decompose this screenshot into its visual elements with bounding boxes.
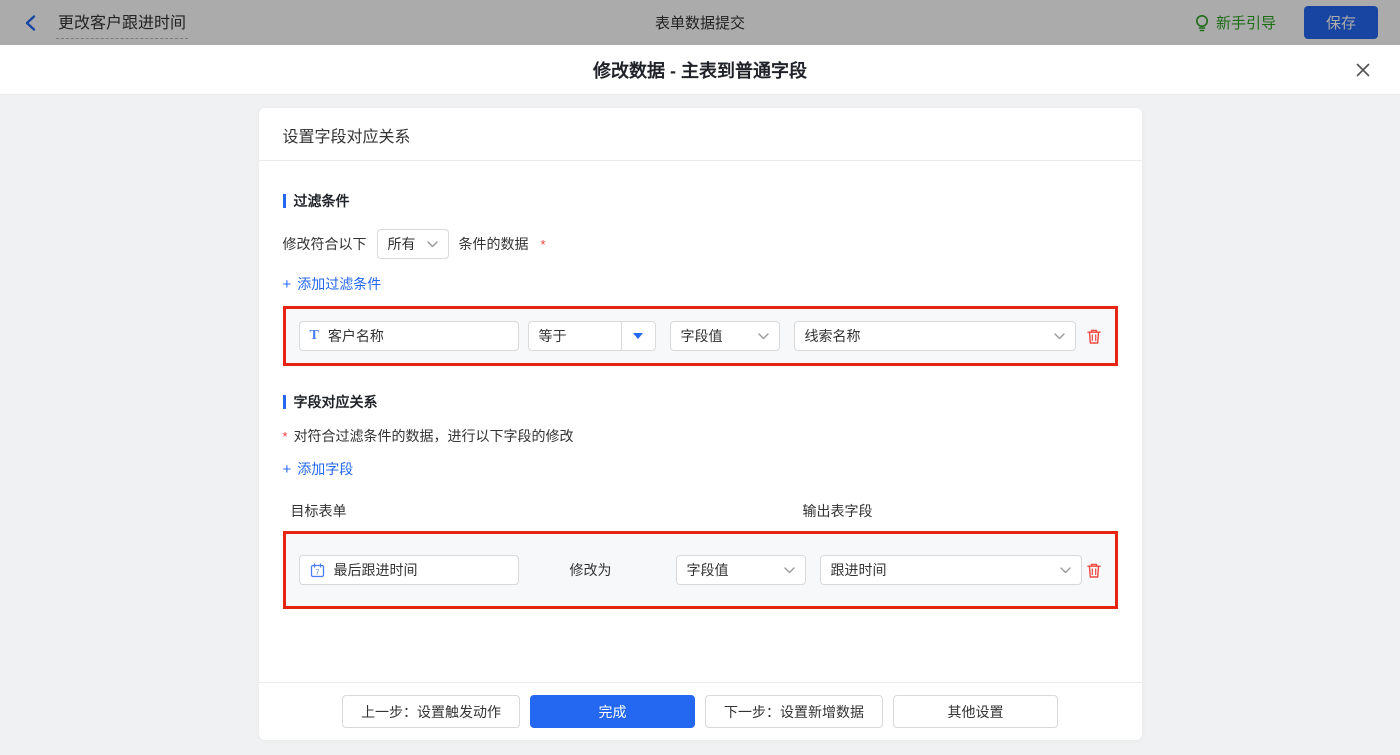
- card-footer: 上一步：设置触发动作 完成 下一步：设置新增数据 其他设置: [259, 682, 1142, 740]
- triangle-down-icon: [633, 333, 643, 339]
- delete-condition-button[interactable]: [1086, 328, 1102, 345]
- target-field-input[interactable]: 7 最后跟进时间: [299, 555, 519, 585]
- close-button[interactable]: [1352, 59, 1374, 81]
- beginner-guide-label: 新手引导: [1216, 12, 1276, 33]
- chevron-down-icon: [784, 567, 795, 574]
- add-filter-condition-link[interactable]: + 添加过滤条件: [283, 274, 382, 294]
- mapping-note-text: 对符合过滤条件的数据，进行以下字段的修改: [294, 426, 574, 446]
- section-accent-bar: [283, 194, 286, 208]
- filter-field-input[interactable]: T 客户名称: [299, 321, 519, 351]
- column-header-output-field: 输出表字段: [803, 501, 873, 521]
- condition-prefix: 修改符合以下: [283, 234, 367, 254]
- mapping-section-label: 字段对应关系: [294, 392, 378, 412]
- svg-text:7: 7: [315, 569, 319, 576]
- filter-condition-row-highlighted: T 客户名称 等于 字段值 线索名称: [283, 306, 1118, 366]
- compare-field-value: 线索名称: [805, 326, 861, 346]
- text-field-type-icon: T: [310, 329, 319, 343]
- beginner-guide-link[interactable]: 新手引导: [1194, 12, 1276, 33]
- value-type-select[interactable]: 字段值: [670, 321, 780, 351]
- settings-card: 设置字段对应关系 过滤条件 修改符合以下 所有 条件的数据 * +: [259, 108, 1142, 740]
- operator-select[interactable]: 等于: [528, 321, 656, 351]
- plus-icon: +: [283, 276, 292, 293]
- delete-mapping-button[interactable]: [1086, 562, 1102, 579]
- dialog-title: 修改数据 - 主表到普通字段: [593, 57, 807, 83]
- next-step-button[interactable]: 下一步：设置新增数据: [705, 695, 883, 728]
- add-field-link[interactable]: + 添加字段: [283, 459, 354, 479]
- trash-icon: [1086, 562, 1102, 579]
- add-filter-condition-label: 添加过滤条件: [297, 274, 381, 294]
- section-accent-bar: [283, 395, 286, 409]
- page-title: 表单数据提交: [0, 12, 1400, 33]
- required-asterisk: *: [541, 237, 546, 252]
- chevron-down-icon: [427, 241, 438, 248]
- match-mode-value: 所有: [388, 234, 416, 254]
- output-field-value: 跟进时间: [831, 560, 887, 580]
- operator-value: 等于: [529, 322, 621, 350]
- card-content: 过滤条件 修改符合以下 所有 条件的数据 * + 添加过滤条件 T: [259, 161, 1142, 682]
- mapping-column-headers: 目标表单 输出表字段: [283, 501, 1118, 521]
- close-icon: [1355, 62, 1371, 78]
- done-button[interactable]: 完成: [530, 695, 695, 728]
- chevron-down-icon: [758, 333, 769, 340]
- trash-icon: [1086, 328, 1102, 345]
- condition-sentence: 修改符合以下 所有 条件的数据 *: [283, 229, 1118, 259]
- lightbulb-icon: [1194, 14, 1210, 32]
- field-mapping-row-highlighted: 7 最后跟进时间 修改为 字段值 跟进时间: [283, 531, 1118, 609]
- output-field-select[interactable]: 跟进时间: [820, 555, 1082, 585]
- condition-suffix: 条件的数据: [459, 234, 529, 254]
- other-settings-button[interactable]: 其他设置: [893, 695, 1058, 728]
- value-type-value: 字段值: [681, 326, 723, 346]
- filter-section-title: 过滤条件: [283, 191, 1118, 211]
- compare-field-select[interactable]: 线索名称: [794, 321, 1076, 351]
- top-bar: 更改客户跟进时间 表单数据提交 新手引导 保存: [0, 0, 1400, 45]
- prev-step-button[interactable]: 上一步：设置触发动作: [342, 695, 520, 728]
- operator-dropdown-button[interactable]: [621, 322, 655, 350]
- card-title: 设置字段对应关系: [259, 108, 1142, 161]
- save-button[interactable]: 保存: [1304, 6, 1378, 39]
- calendar-icon: 7: [310, 563, 325, 578]
- output-value-type-select[interactable]: 字段值: [676, 555, 806, 585]
- match-mode-select[interactable]: 所有: [377, 229, 449, 259]
- required-asterisk: *: [283, 429, 288, 444]
- chevron-down-icon: [1060, 567, 1071, 574]
- target-field-value: 最后跟进时间: [334, 560, 418, 580]
- output-value-type-value: 字段值: [687, 560, 729, 580]
- mapping-section-title: 字段对应关系: [283, 392, 1118, 412]
- modify-to-label: 修改为: [570, 560, 612, 580]
- filter-section-label: 过滤条件: [294, 191, 350, 211]
- column-header-target-form: 目标表单: [283, 501, 803, 521]
- chevron-down-icon: [1054, 333, 1065, 340]
- dialog-body: 设置字段对应关系 过滤条件 修改符合以下 所有 条件的数据 * +: [0, 108, 1400, 755]
- plus-icon: +: [283, 461, 292, 478]
- mapping-note: * 对符合过滤条件的数据，进行以下字段的修改: [283, 426, 1118, 446]
- filter-field-value: 客户名称: [328, 326, 384, 346]
- add-field-label: 添加字段: [297, 459, 353, 479]
- dialog-header: 修改数据 - 主表到普通字段: [0, 45, 1400, 95]
